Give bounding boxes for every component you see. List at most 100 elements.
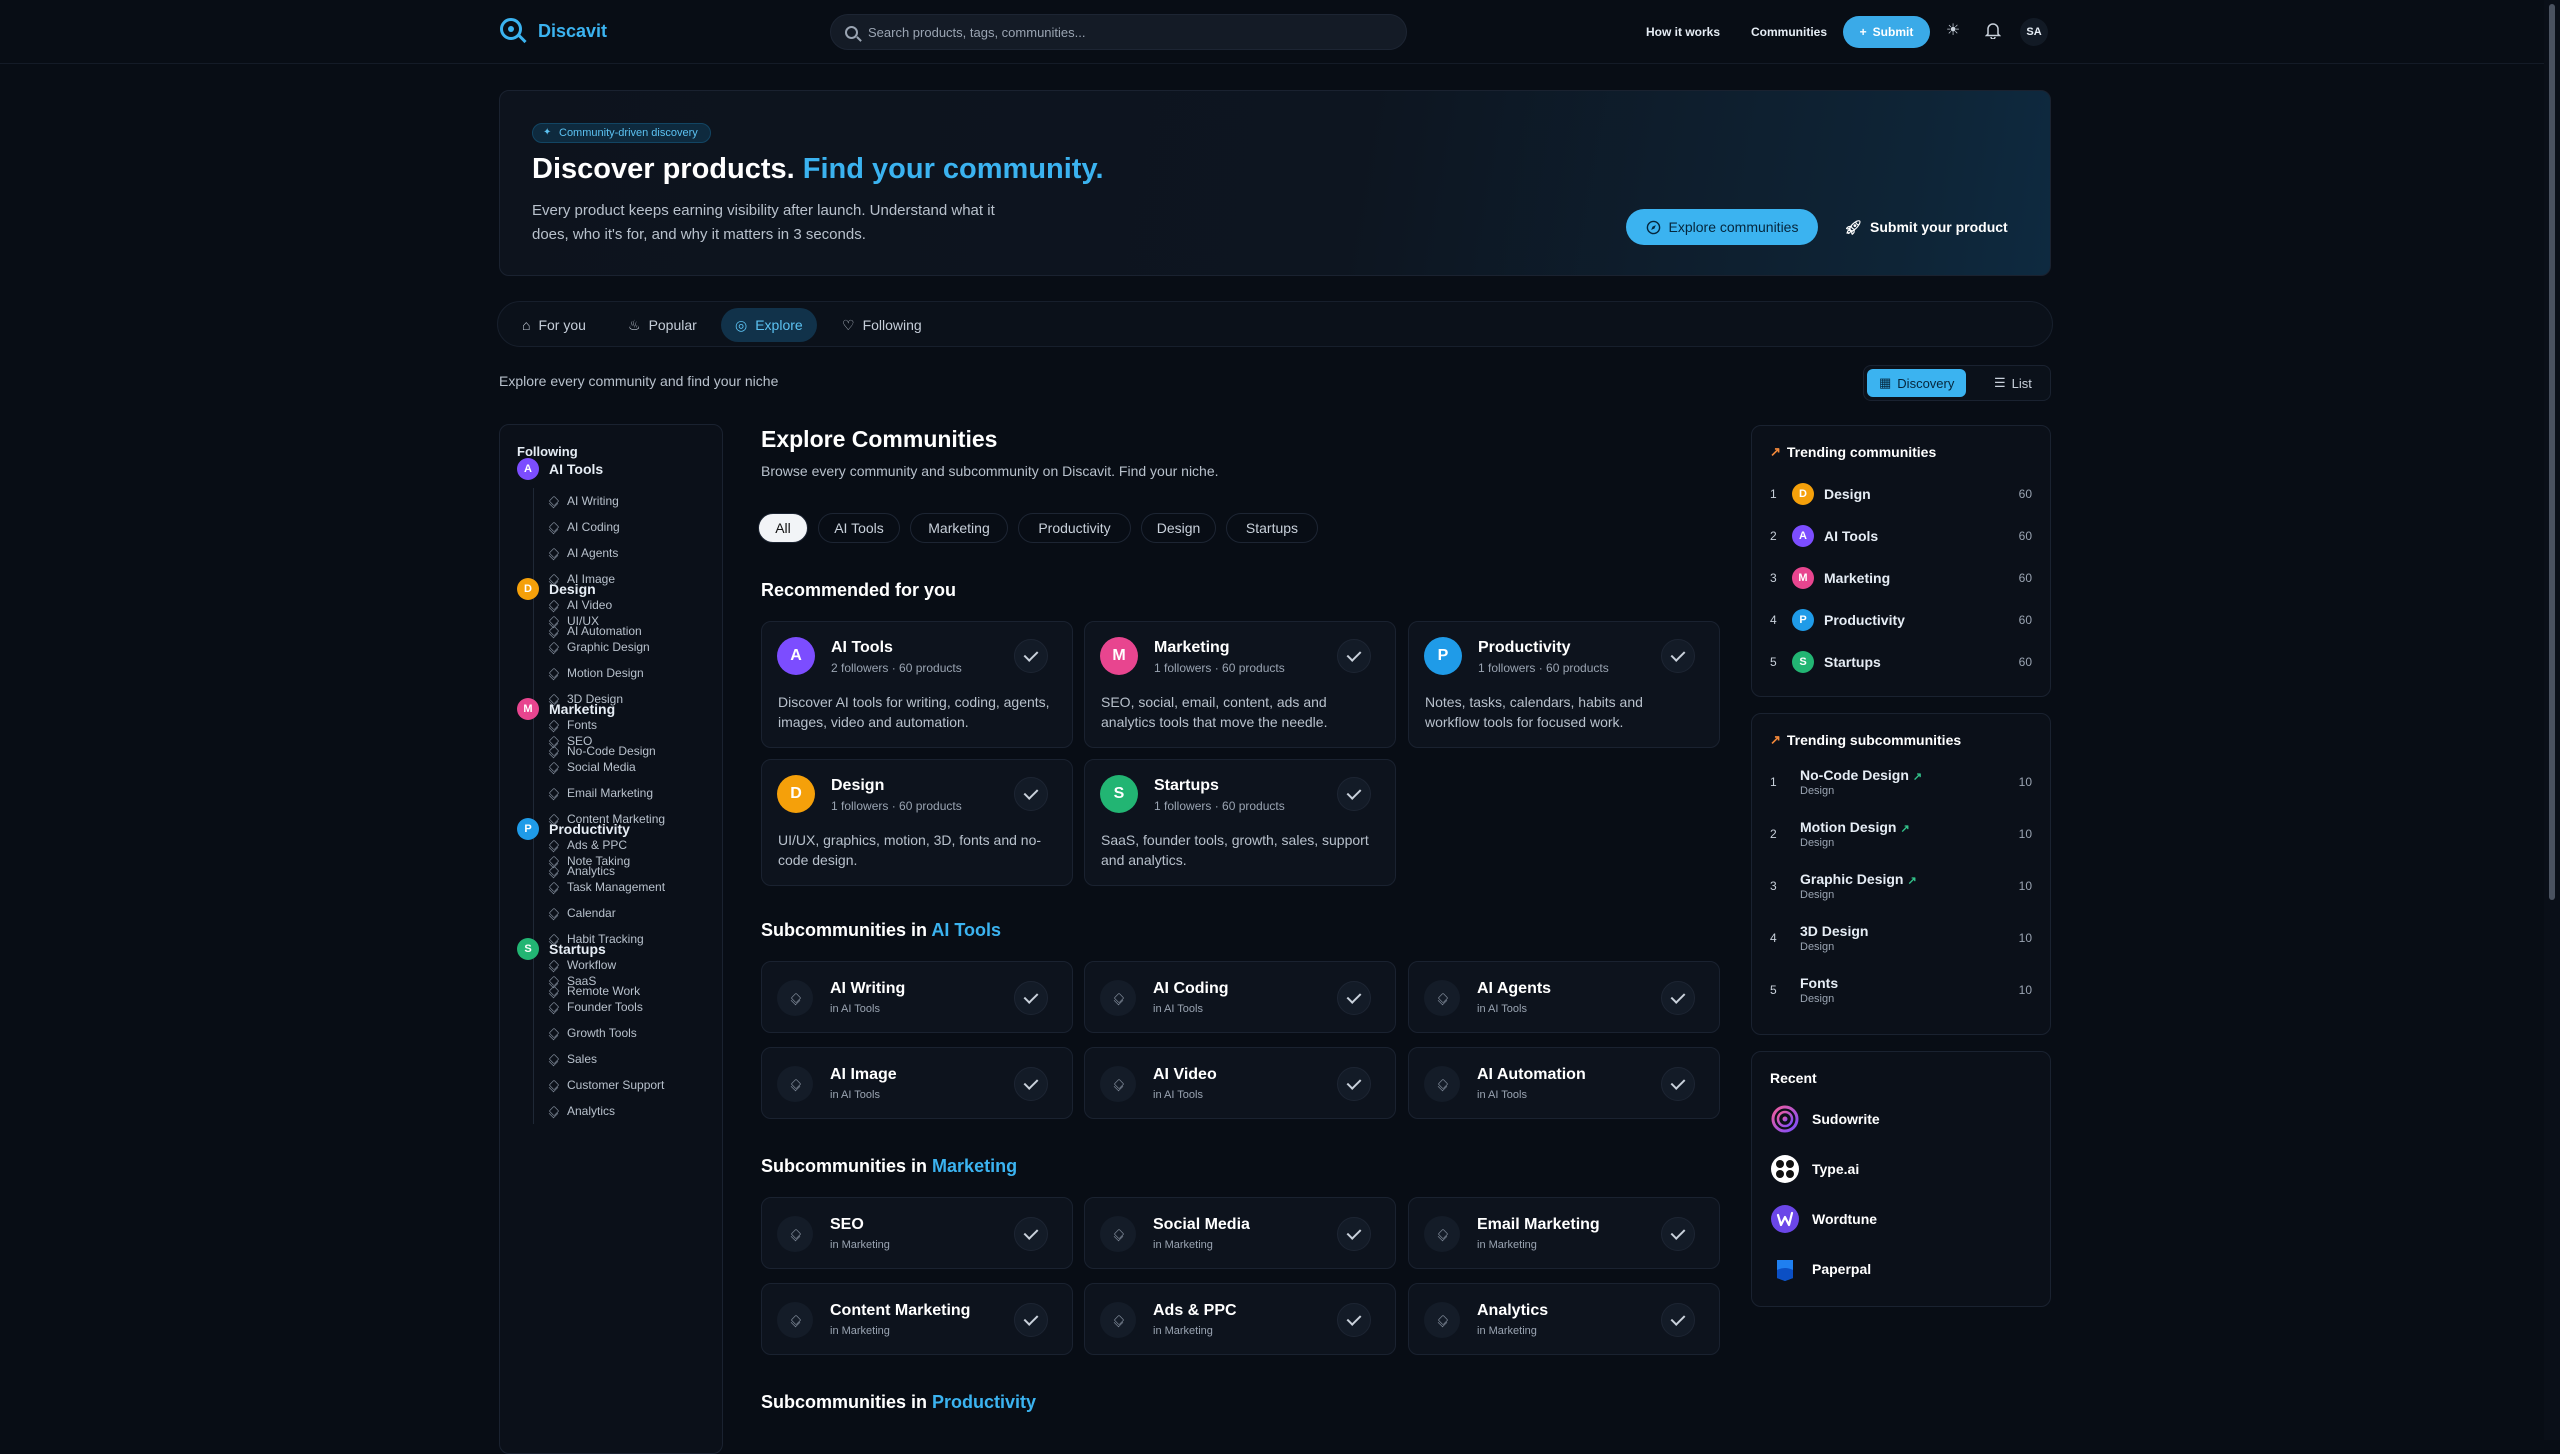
sidebar-community[interactable]: S Startups: [517, 938, 664, 960]
sidebar-community[interactable]: A AI Tools: [517, 458, 642, 480]
follow-check-button[interactable]: [1014, 1303, 1048, 1337]
sidebar-community[interactable]: M Marketing: [517, 698, 665, 720]
trending-subcommunity-row[interactable]: 4 3D Design Design 10: [1770, 920, 2032, 956]
follow-check-button[interactable]: [1661, 1303, 1695, 1337]
search-input[interactable]: [868, 24, 1388, 40]
section-accent[interactable]: Marketing: [932, 1156, 1017, 1176]
sidebar-subcommunity[interactable]: SEO: [548, 728, 665, 754]
follow-check-button[interactable]: [1661, 981, 1695, 1015]
sidebar-subcommunity[interactable]: Note Taking: [548, 848, 665, 874]
filter-design[interactable]: Design: [1141, 513, 1216, 543]
section-accent[interactable]: Productivity: [932, 1392, 1036, 1412]
view-discovery-button[interactable]: ▦ Discovery: [1867, 369, 1967, 397]
subcommunity-card[interactable]: Email Marketing in Marketing: [1408, 1197, 1720, 1269]
recent-product-row[interactable]: Type.ai: [1770, 1154, 1859, 1184]
sidebar-subcommunity[interactable]: Email Marketing: [548, 780, 665, 806]
community-card[interactable]: S Startups 1 followers · 60 products SaaS, …: [1084, 759, 1396, 886]
follow-check-button[interactable]: [1661, 1067, 1695, 1101]
trending-community-row[interactable]: 3 M Marketing 60: [1770, 565, 2032, 591]
sidebar-subcommunity[interactable]: Graphic Design: [548, 634, 656, 660]
sidebar-community[interactable]: P Productivity: [517, 818, 665, 840]
filter-startups[interactable]: Startups: [1226, 513, 1318, 543]
subcommunity-card[interactable]: AI Writing in AI Tools: [761, 961, 1073, 1033]
recent-product-row[interactable]: Wordtune: [1770, 1204, 1877, 1234]
subcommunity-card[interactable]: AI Image in AI Tools: [761, 1047, 1073, 1119]
user-avatar[interactable]: SA: [2020, 18, 2048, 46]
trending-subcommunity-row[interactable]: 2 Motion Design ↗ Design 10: [1770, 816, 2032, 852]
trending-community-row[interactable]: 4 P Productivity 60: [1770, 607, 2032, 633]
tab-following[interactable]: ♡ Following: [828, 308, 936, 342]
follow-check-button[interactable]: [1014, 639, 1048, 673]
sidebar-subcommunity[interactable]: Founder Tools: [548, 994, 664, 1020]
submit-button[interactable]: + Submit: [1843, 16, 1930, 48]
sidebar-subcommunity[interactable]: Customer Support: [548, 1072, 664, 1098]
sidebar-subcommunity[interactable]: Social Media: [548, 754, 665, 780]
trending-community-row[interactable]: 2 A AI Tools 60: [1770, 523, 2032, 549]
follow-check-button[interactable]: [1661, 1217, 1695, 1251]
theme-toggle-sun-icon[interactable]: ☀: [1944, 22, 1962, 40]
sidebar-subcommunity[interactable]: AI Agents: [548, 540, 642, 566]
view-list-button[interactable]: ☰ List: [1982, 369, 2044, 397]
filter-productivity[interactable]: Productivity: [1018, 513, 1131, 543]
follow-check-button[interactable]: [1014, 777, 1048, 811]
sidebar-subcommunity[interactable]: AI Writing: [548, 488, 642, 514]
nav-communities[interactable]: Communities: [1751, 25, 1827, 39]
subcommunity-card[interactable]: Content Marketing in Marketing: [761, 1283, 1073, 1355]
subcommunity-card[interactable]: AI Automation in AI Tools: [1408, 1047, 1720, 1119]
sidebar-subcommunity[interactable]: UI/UX: [548, 608, 656, 634]
view-toggle: ▦ Discovery ☰ List: [1863, 365, 2051, 401]
community-card[interactable]: A AI Tools 2 followers · 60 products Discov…: [761, 621, 1073, 748]
subcommunity-card[interactable]: AI Video in AI Tools: [1084, 1047, 1396, 1119]
sidebar-community[interactable]: D Design: [517, 578, 656, 600]
sidebar-subcommunity[interactable]: Growth Tools: [548, 1020, 664, 1046]
community-card[interactable]: P Productivity 1 followers · 60 products No…: [1408, 621, 1720, 748]
follow-check-button[interactable]: [1337, 1217, 1371, 1251]
nav-how-it-works[interactable]: How it works: [1646, 25, 1720, 39]
trending-community-row[interactable]: 1 D Design 60: [1770, 481, 2032, 507]
follow-check-button[interactable]: [1337, 1303, 1371, 1337]
sidebar-subcommunity[interactable]: Motion Design: [548, 660, 656, 686]
sidebar-subcommunity[interactable]: Task Management: [548, 874, 665, 900]
follow-check-button[interactable]: [1014, 981, 1048, 1015]
sidebar-subcommunity[interactable]: AI Coding: [548, 514, 642, 540]
follow-check-button[interactable]: [1337, 777, 1371, 811]
submit-product-button[interactable]: 🚀︎ Submit your product: [1836, 209, 2016, 245]
follow-check-button[interactable]: [1337, 981, 1371, 1015]
subcommunity-card[interactable]: Analytics in Marketing: [1408, 1283, 1720, 1355]
recent-product-row[interactable]: Paperpal: [1770, 1254, 1871, 1284]
tab-explore[interactable]: ◎ Explore: [721, 308, 817, 342]
trending-subcommunity-row[interactable]: 1 No-Code Design ↗ Design 10: [1770, 764, 2032, 800]
scrollbar-thumb[interactable]: [2549, 4, 2555, 900]
follow-check-button[interactable]: [1337, 639, 1371, 673]
notifications-bell-icon[interactable]: [1984, 22, 2002, 40]
tab-popular[interactable]: ♨ Popular: [614, 308, 711, 342]
page-scrollbar[interactable]: [2544, 0, 2560, 1440]
trending-subcommunity-row[interactable]: 3 Graphic Design ↗ Design 10: [1770, 868, 2032, 904]
recent-product-row[interactable]: Sudowrite: [1770, 1104, 1880, 1134]
section-accent[interactable]: AI Tools: [931, 920, 1001, 940]
community-card[interactable]: D Design 1 followers · 60 products UI/UX, g…: [761, 759, 1073, 886]
subcommunity-card[interactable]: Social Media in Marketing: [1084, 1197, 1396, 1269]
brand-logo[interactable]: Discavit: [498, 16, 607, 46]
sidebar-subcommunity[interactable]: Calendar: [548, 900, 665, 926]
filter-ai-tools[interactable]: AI Tools: [818, 513, 900, 543]
follow-check-button[interactable]: [1661, 639, 1695, 673]
trending-subcommunity-row[interactable]: 5 Fonts Design 10: [1770, 972, 2032, 1008]
subcommunity-card[interactable]: Ads & PPC in Marketing: [1084, 1283, 1396, 1355]
subcommunity-card[interactable]: AI Agents in AI Tools: [1408, 961, 1720, 1033]
follow-check-button[interactable]: [1014, 1067, 1048, 1101]
trending-community-row[interactable]: 5 S Startups 60: [1770, 649, 2032, 675]
subcommunity-card[interactable]: SEO in Marketing: [761, 1197, 1073, 1269]
search-bar[interactable]: [830, 14, 1407, 50]
subcommunity-card[interactable]: AI Coding in AI Tools: [1084, 961, 1396, 1033]
sidebar-subcommunity[interactable]: SaaS: [548, 968, 664, 994]
filter-marketing[interactable]: Marketing: [910, 513, 1008, 543]
filter-all[interactable]: All: [758, 513, 808, 543]
follow-check-button[interactable]: [1014, 1217, 1048, 1251]
explore-communities-button[interactable]: Explore communities: [1626, 209, 1818, 245]
community-card[interactable]: M Marketing 1 followers · 60 products SEO, …: [1084, 621, 1396, 748]
sidebar-subcommunity[interactable]: Analytics: [548, 1098, 664, 1124]
follow-check-button[interactable]: [1337, 1067, 1371, 1101]
tab-for-you[interactable]: ⌂ For you: [508, 308, 600, 342]
sidebar-subcommunity[interactable]: Sales: [548, 1046, 664, 1072]
